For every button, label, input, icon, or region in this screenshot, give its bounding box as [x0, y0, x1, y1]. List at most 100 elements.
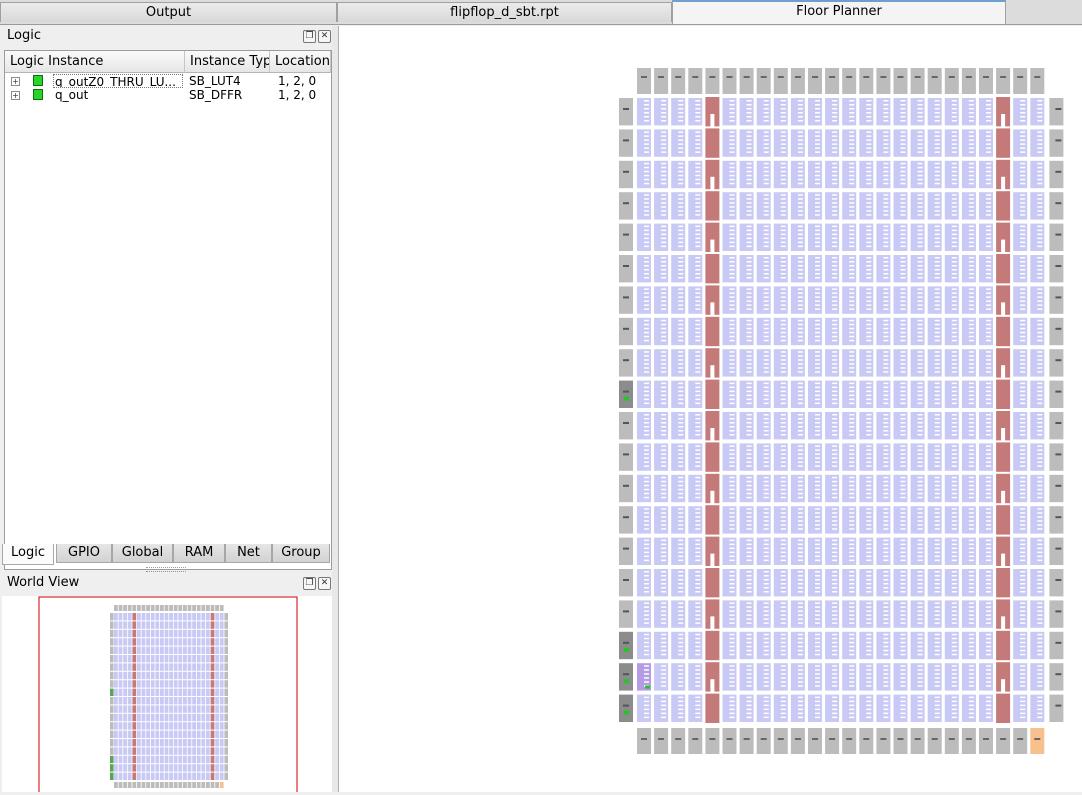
logic-slot [934, 351, 940, 353]
logic-tile [215, 722, 219, 730]
logic-slot [695, 300, 701, 302]
logic-tile [215, 621, 219, 629]
logic-slot [951, 288, 957, 290]
logic-tile [219, 663, 224, 671]
logic-slot [968, 355, 974, 357]
logic-slot [866, 681, 872, 683]
io-pin [623, 516, 629, 519]
expand-icon[interactable]: + [11, 77, 20, 86]
close-icon[interactable]: ✕ [318, 30, 331, 43]
logic-slot [986, 214, 991, 216]
logic-slot [661, 708, 667, 711]
io-tile [155, 605, 160, 611]
logic-slot [815, 685, 820, 687]
logic-tile [201, 671, 206, 680]
logic-tile [187, 697, 192, 705]
tab-gpio[interactable]: GPIO [56, 544, 112, 563]
logic-slot [986, 422, 991, 424]
logic-slot [917, 104, 923, 106]
logic-slot [661, 575, 667, 577]
logic-slot [849, 147, 855, 149]
tab-floor-planner[interactable]: Floor Planner [672, 0, 1006, 24]
io-tile [705, 728, 720, 754]
logic-slot [678, 382, 684, 385]
logic-slot [917, 551, 923, 554]
logic-slot [934, 543, 940, 546]
logic-slot [763, 135, 769, 137]
logic-slot [849, 465, 855, 467]
tab-ram[interactable]: RAM [173, 544, 225, 563]
tab-net[interactable]: Net [225, 544, 272, 563]
column-header-logic-instance[interactable]: Logic Instance [5, 51, 185, 73]
logic-slot [661, 394, 667, 397]
logic-slot [763, 645, 769, 648]
logic-slot [661, 547, 667, 550]
logic-slot [917, 665, 923, 667]
logic-slot [951, 465, 957, 467]
logic-slot [644, 104, 649, 106]
tab-output[interactable]: Output [0, 2, 337, 22]
tab-global[interactable]: Global [112, 544, 173, 563]
logic-tile [118, 730, 123, 738]
logic-slot [678, 265, 684, 267]
logic-slot [900, 633, 906, 636]
world-view[interactable] [2, 596, 332, 795]
logic-slot [780, 300, 786, 302]
logic-slot [883, 265, 889, 267]
logic-tile [219, 621, 224, 629]
column-header-location[interactable]: Location [270, 51, 331, 73]
logic-tile [215, 688, 219, 696]
logic-slot [968, 496, 974, 499]
logic-slot [968, 606, 974, 608]
logic-slot [934, 116, 940, 118]
logic-slot [849, 323, 855, 326]
logic-slot [934, 108, 940, 110]
logic-slot [849, 633, 855, 636]
tree-row[interactable]: + q_outZ0_THRU_LU... SB_LUT4 1, 2, 0 [5, 74, 331, 88]
logic-slot [729, 524, 735, 526]
logic-slot [866, 434, 872, 436]
floor-planner-canvas[interactable] [338, 26, 1082, 792]
logic-slot [968, 610, 974, 612]
logic-slot [1020, 394, 1026, 397]
tab-logic[interactable]: Logic [2, 544, 54, 565]
logic-slot [678, 116, 684, 118]
logic-slot [746, 480, 752, 483]
logic-slot [746, 296, 752, 298]
column-header-instance-type[interactable]: Instance Typ [185, 51, 270, 73]
close-icon[interactable]: ✕ [318, 577, 331, 590]
expand-icon[interactable]: + [11, 91, 20, 100]
logic-slot [866, 457, 872, 459]
float-icon[interactable]: ❐ [303, 30, 316, 43]
logic-slot [986, 476, 991, 479]
logic-slot [951, 571, 957, 573]
logic-slot [968, 241, 974, 244]
logic-slot [968, 229, 974, 232]
logic-slot [695, 139, 701, 141]
logic-tile [146, 680, 150, 688]
logic-slot [695, 520, 701, 522]
logic-slot [695, 547, 701, 550]
logic-slot [986, 484, 991, 487]
logic-slot [968, 131, 974, 133]
logic-instance-tree[interactable]: Logic Instance Instance Typ Location + q… [4, 50, 332, 570]
logic-slot [661, 583, 667, 585]
logic-tile [192, 613, 196, 621]
tab-group[interactable]: Group [272, 544, 330, 563]
logic-slot [644, 677, 649, 679]
logic-slot [866, 398, 872, 401]
logic-slot [763, 131, 769, 133]
logic-slot [1020, 143, 1026, 145]
io-tile [859, 68, 874, 94]
logic-slot [968, 465, 974, 467]
tree-row[interactable]: + q_out SB_DFFR 1, 2, 0 [5, 88, 331, 102]
logic-slot [968, 461, 974, 463]
float-icon[interactable]: ❐ [303, 577, 316, 590]
logic-slot [763, 681, 769, 683]
logic-slot [780, 170, 786, 173]
logic-slot [832, 453, 838, 455]
logic-slot [746, 170, 752, 173]
logic-slot [832, 300, 838, 302]
tab-report[interactable]: flipflop_d_sbt.rpt [337, 2, 672, 22]
logic-slot [832, 273, 838, 275]
